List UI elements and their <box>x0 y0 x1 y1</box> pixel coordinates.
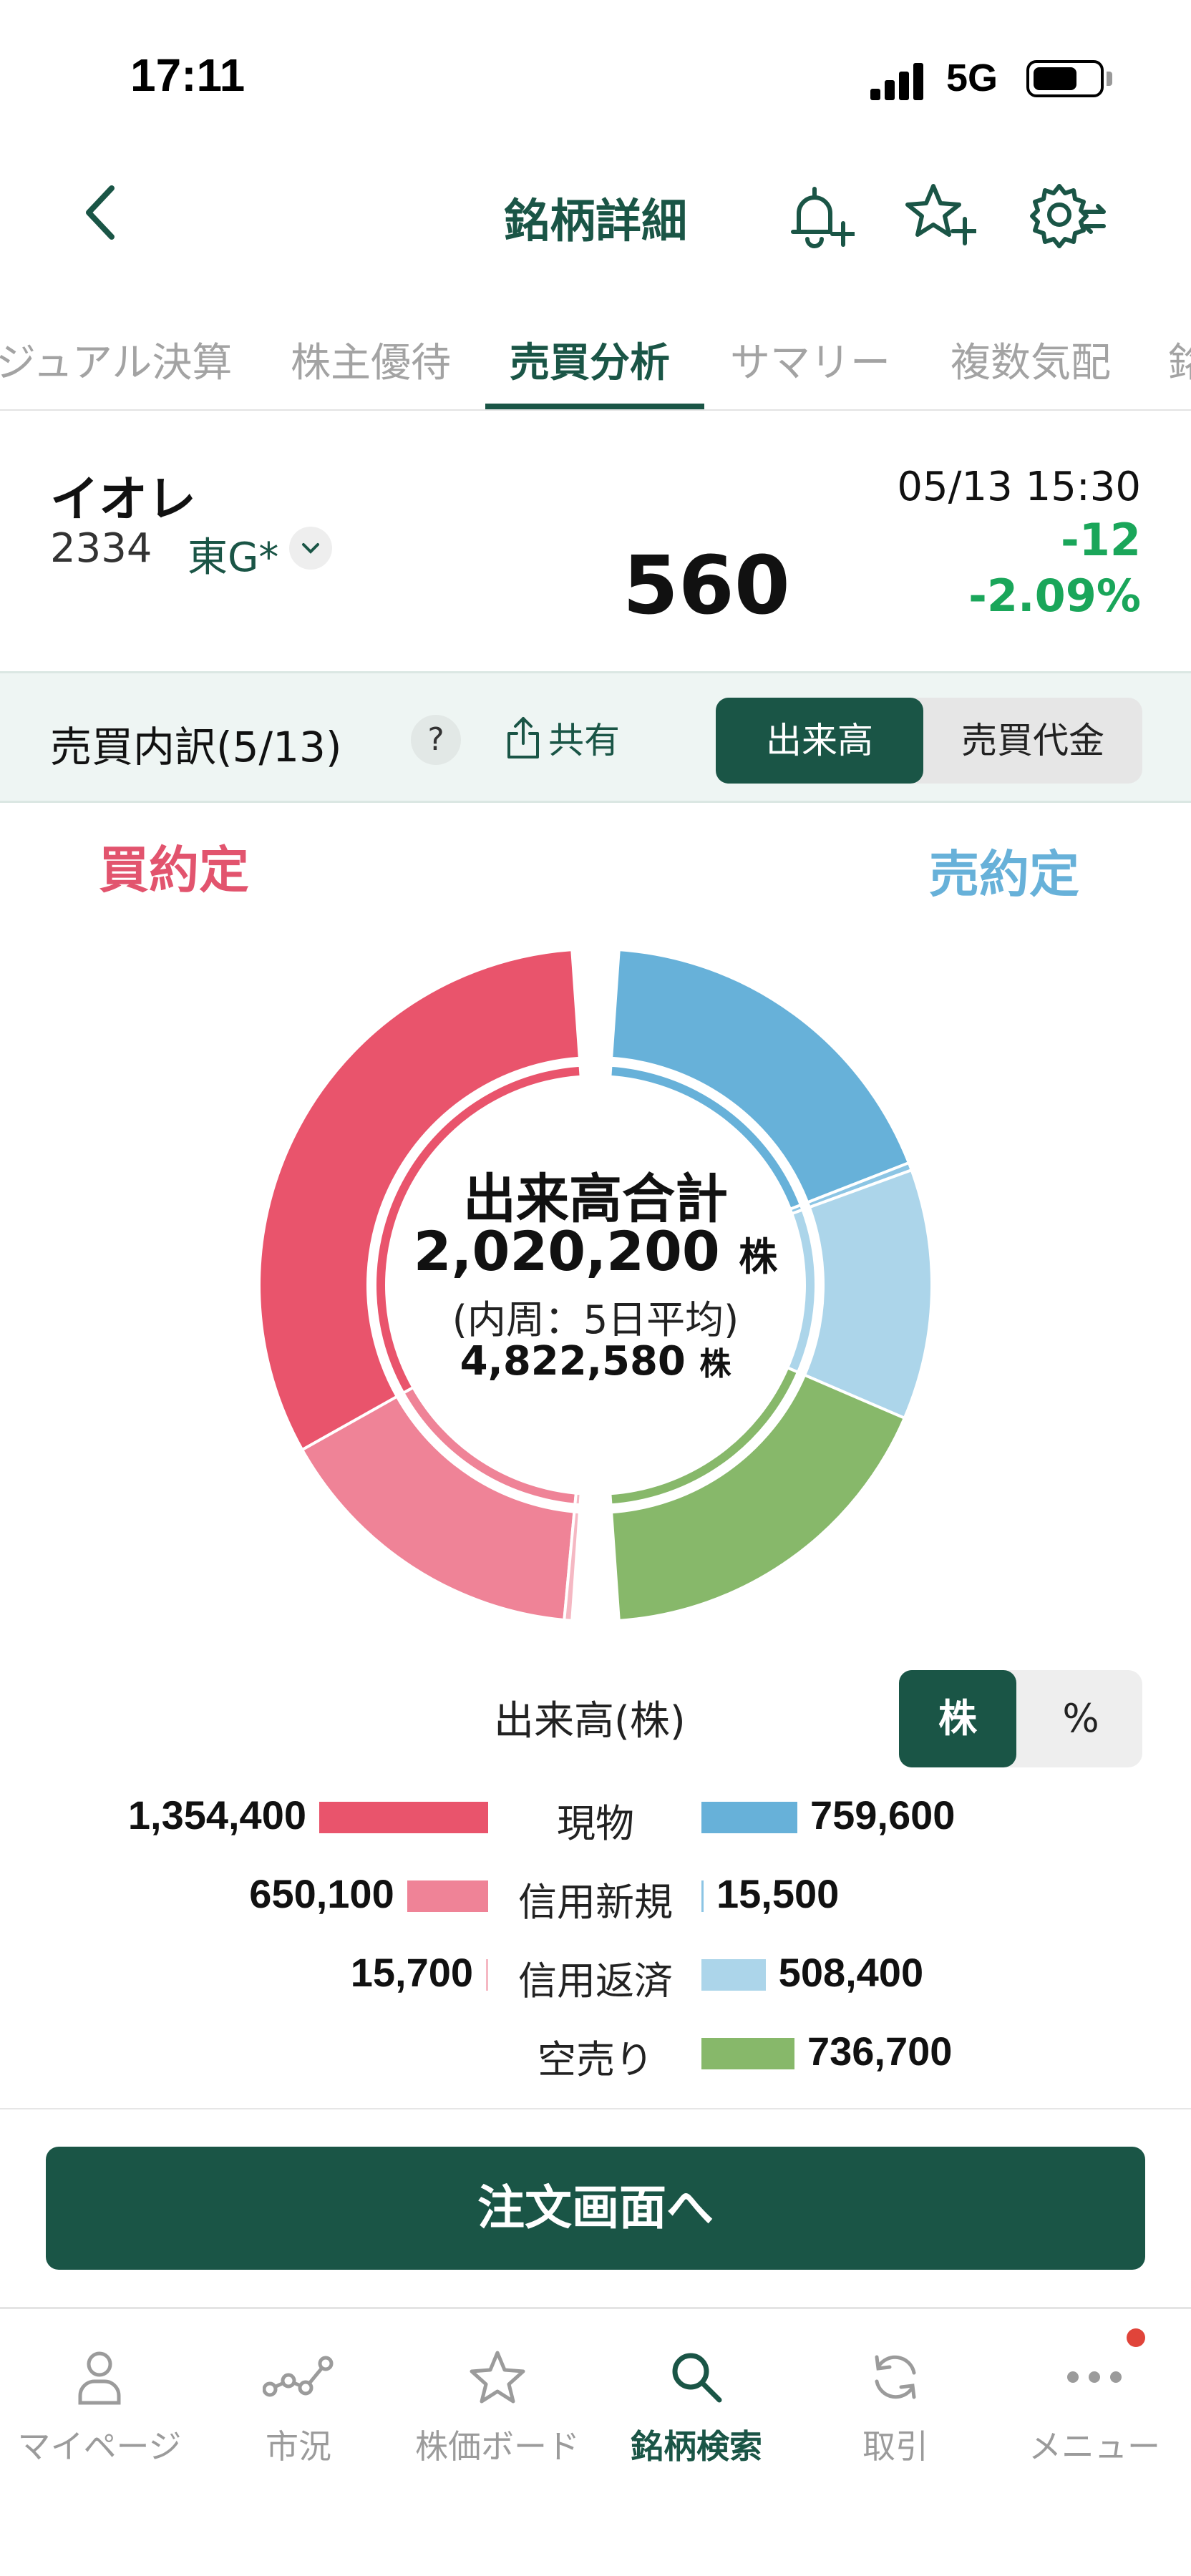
nav-label: マイページ <box>17 2427 182 2466</box>
total-volume-unit: 株 <box>739 1234 778 1279</box>
stock-change: -12 <box>1060 514 1141 566</box>
tab-summary[interactable]: サマリー <box>730 331 890 389</box>
help-button[interactable]: ? <box>411 715 461 765</box>
chevron-down-icon <box>302 543 319 554</box>
stock-price: 560 <box>623 540 790 633</box>
buy-side-label: 買約定 <box>99 841 249 899</box>
share-button[interactable]: 共有 <box>505 709 620 766</box>
tab-trade-analysis[interactable]: 売買分析 <box>510 331 670 389</box>
nav-label: 取引 <box>862 2427 928 2466</box>
sell-bar <box>701 1880 704 1912</box>
nav-trade[interactable]: 取引 <box>796 2338 995 2468</box>
alert-add-button[interactable] <box>783 179 856 250</box>
stock-change-percent: -2.09% <box>968 570 1141 622</box>
sell-value: 508,400 <box>778 1950 924 1995</box>
unit-toggle: 株 % <box>899 1670 1142 1767</box>
row-label-genbutsu: 現物 <box>557 1801 634 1846</box>
metric-toggle: 出来高 売買代金 <box>716 698 1142 784</box>
nav-header: 銘柄詳細 <box>0 143 1191 279</box>
search-icon <box>672 2353 722 2403</box>
sell-value: 15,500 <box>716 1871 840 1916</box>
donut-center-total: 2,020,200 株 <box>0 1219 1191 1283</box>
toggle-volume[interactable]: 出来高 <box>716 698 923 784</box>
more-icon <box>1067 2371 1122 2383</box>
stock-name: イオレ <box>50 472 197 528</box>
favorite-add-button[interactable] <box>905 179 978 250</box>
buy-inner-segment <box>573 1491 583 1507</box>
status-time: 17:11 <box>130 49 246 101</box>
sell-bar <box>701 1959 766 1991</box>
nav-label: 市況 <box>266 2427 331 2466</box>
share-label: 共有 <box>548 720 620 761</box>
row-label-karauri: 空売り <box>538 2037 653 2082</box>
toggle-trade-value[interactable]: 売買代金 <box>929 698 1137 784</box>
buy-bar <box>486 1959 488 1991</box>
inner-ring-total: 4,822,580 株 <box>0 1338 1191 1385</box>
signal-icon <box>870 60 928 100</box>
row-label-shinyo-shinki: 信用新規 <box>518 1880 673 1925</box>
bell-plus-icon <box>791 187 856 248</box>
sell-bar <box>701 2038 794 2069</box>
buy-bar <box>407 1880 488 1912</box>
breakdown-title: 売買内訳(5/13) <box>50 723 342 771</box>
nav-label: 銘柄検索 <box>631 2427 762 2466</box>
page-title: 銘柄詳細 <box>504 195 687 248</box>
tab-next[interactable]: 銘 <box>1168 331 1191 389</box>
person-icon <box>78 2351 121 2405</box>
buy-value: 15,700 <box>350 1950 473 1995</box>
nav-label: メニュー <box>1029 2427 1160 2466</box>
notification-dot <box>1127 2328 1145 2347</box>
settings-button[interactable] <box>1028 179 1106 250</box>
tab-multiple-quotes[interactable]: 複数気配 <box>951 331 1111 389</box>
sell-side-label: 売約定 <box>929 845 1079 904</box>
nav-menu[interactable]: メニュー <box>995 2338 1191 2468</box>
unit-percent-option[interactable]: % <box>1022 1670 1139 1767</box>
battery-icon <box>1026 60 1104 97</box>
avg-volume-unit: 株 <box>699 1346 731 1382</box>
breakdown-header: 売買内訳(5/13) ? 共有 出来高 売買代金 <box>0 671 1191 803</box>
market-icon <box>263 2356 334 2397</box>
buy-value: 650,100 <box>249 1871 394 1916</box>
volume-donut-chart <box>258 948 933 1622</box>
tab-bar: ジュアル決算 株主優待 売買分析 サマリー 複数気配 銘 <box>0 315 1191 411</box>
status-bar: 17:11 5G <box>0 0 1191 143</box>
sell-value: 759,600 <box>810 1792 956 1838</box>
refresh-icon <box>875 2355 916 2399</box>
market-dropdown[interactable] <box>289 527 332 570</box>
nav-market[interactable]: 市況 <box>199 2338 398 2468</box>
star-plus-icon <box>905 184 978 245</box>
stock-code: 2334 <box>50 525 152 572</box>
buy-value: 1,354,400 <box>127 1792 306 1838</box>
network-label: 5G <box>946 57 998 99</box>
gear-swap-icon <box>1030 184 1106 248</box>
share-icon <box>507 717 539 758</box>
inner-ring-caption: (内周：5日平均) <box>452 1297 739 1342</box>
nav-stock-search[interactable]: 銘柄検索 <box>597 2338 796 2468</box>
battery-tip <box>1107 72 1112 86</box>
stock-market: 東G* <box>188 535 279 581</box>
unit-shares-option[interactable]: 株 <box>899 1670 1016 1767</box>
active-tab-indicator <box>485 404 704 409</box>
row-label-shinyo-hensai: 信用返済 <box>518 1958 673 2004</box>
nav-stock-board[interactable]: 株価ボード <box>398 2338 597 2468</box>
legend-caption: 出来高(株) <box>494 1698 686 1745</box>
divider <box>0 2108 1191 2109</box>
nav-mypage[interactable]: マイページ <box>0 2338 199 2468</box>
tab-visual-earnings[interactable]: ジュアル決算 <box>0 331 232 389</box>
star-icon <box>470 2351 525 2404</box>
tab-shareholder-benefits[interactable]: 株主優待 <box>291 331 451 389</box>
avg-volume-value: 4,822,580 <box>460 1338 686 1385</box>
stock-info: イオレ 2334 東G* 560 05/13 15:30 -12 -2.09% <box>0 411 1191 668</box>
bottom-nav: マイページ 市況 株価ボード 銘柄検索 取引 メニュー <box>0 2307 1191 2576</box>
sell-value: 736,700 <box>807 2029 953 2074</box>
sell-bar <box>701 1802 797 1833</box>
stock-datetime: 05/13 15:30 <box>897 464 1141 510</box>
buy-bar <box>319 1802 488 1833</box>
total-volume-value: 2,020,200 <box>413 1219 720 1283</box>
nav-label: 株価ボード <box>415 2427 580 2466</box>
order-screen-button[interactable]: 注文画面へ <box>46 2147 1145 2270</box>
